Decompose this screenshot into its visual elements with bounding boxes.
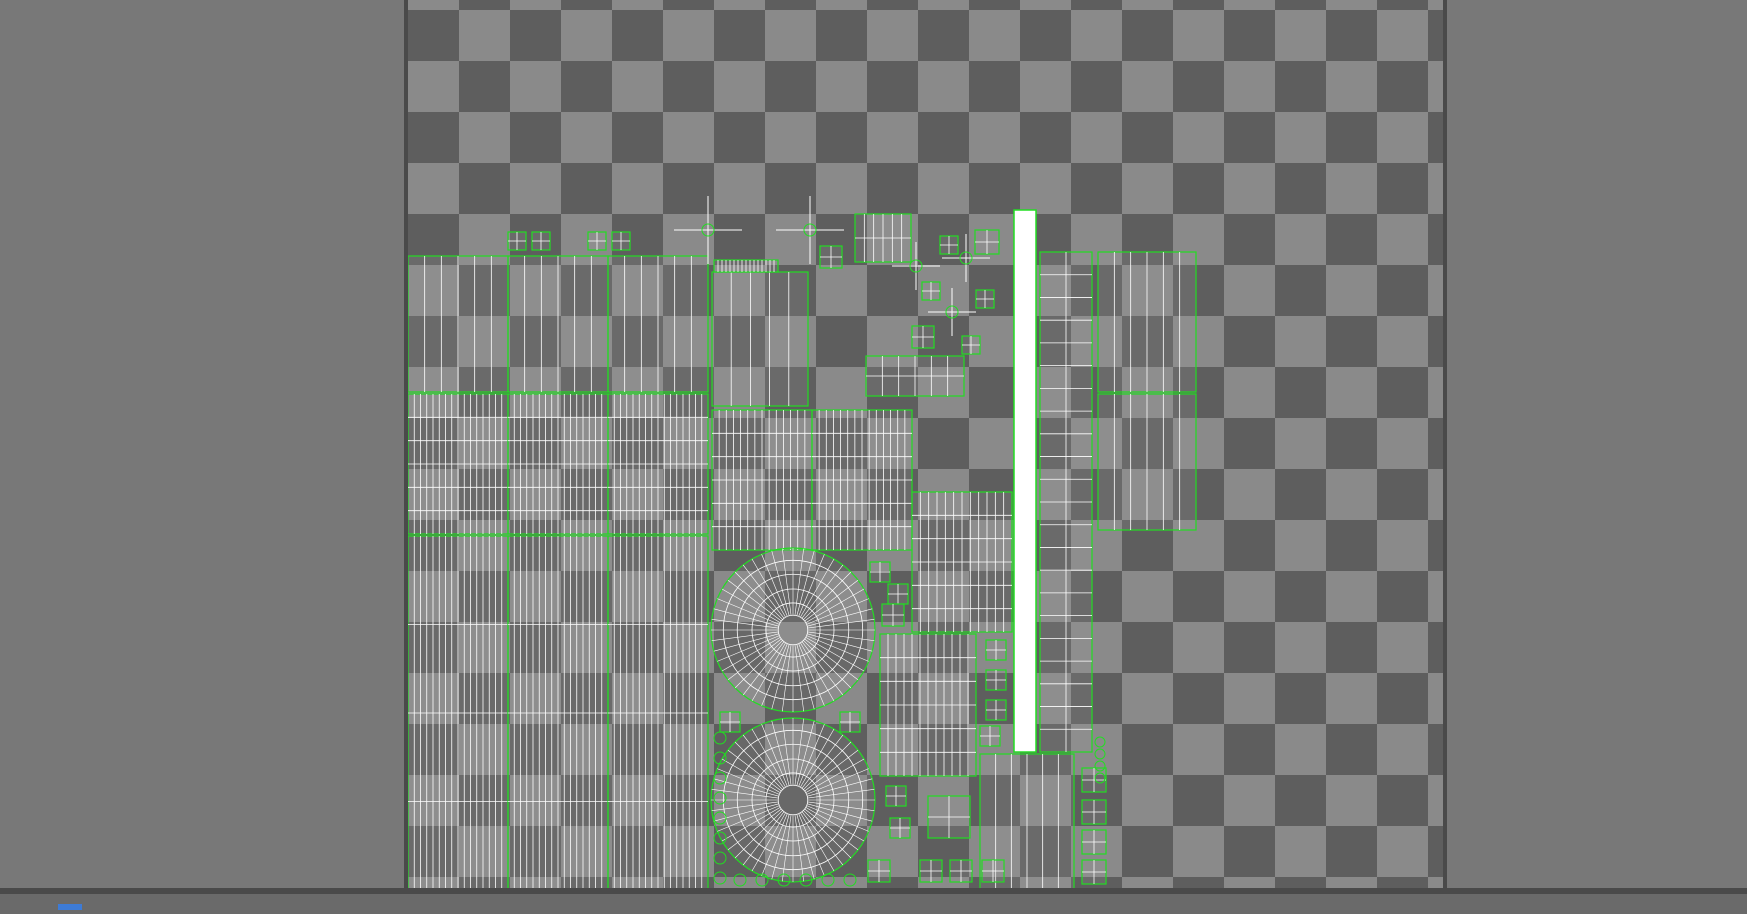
uv-small-shell-11 [869, 561, 891, 583]
uv-shell-h2 [1097, 393, 1197, 531]
status-icon[interactable] [58, 904, 82, 910]
uv-shell-f1 [911, 491, 1013, 633]
uv-shell-a1 [408, 255, 509, 393]
uv-small-shell-7 [921, 281, 941, 301]
uv-small-shell-8 [975, 289, 995, 309]
uv-small-shell-0 [507, 231, 527, 251]
uv-small-shell-26 [1081, 767, 1107, 793]
uv-disc-bottom [710, 717, 876, 883]
uv-small-shell-16 [885, 785, 907, 807]
uv-small-shell-27 [1081, 799, 1107, 825]
uv-small-shell-25 [979, 725, 1001, 747]
uv-small-shell-14 [719, 711, 741, 733]
uv-small-shell-12 [887, 583, 909, 605]
uv-small-shell-1 [531, 231, 551, 251]
uv-small-shell-9 [911, 325, 935, 349]
uv-shell-a2 [507, 255, 609, 393]
uv-small-shell-2 [587, 231, 607, 251]
uv-small-shell-22 [985, 639, 1007, 661]
uv-shell-d1 [711, 271, 809, 407]
uv-shell-c3 [607, 535, 709, 888]
uv-small-shell-23 [985, 669, 1007, 691]
uv-small-shell-30 [927, 795, 971, 839]
uv-shell-e2 [811, 409, 913, 551]
uv-layout[interactable] [408, 0, 1443, 888]
uv-small-circle [1094, 748, 1106, 760]
uv-shell-a3 [607, 255, 709, 393]
uv-small-shell-28 [1081, 829, 1107, 855]
uv-shell-e1 [711, 409, 813, 551]
uv-small-circle [713, 731, 727, 745]
uv-small-shell-15 [839, 711, 861, 733]
uv-tall-strip [1013, 209, 1037, 753]
uv-shell-h1 [1097, 251, 1197, 393]
uv-shell-strip [1039, 251, 1093, 753]
uv-small-shell-19 [919, 859, 943, 883]
uv-shell-b2 [507, 393, 609, 535]
uv-small-shell-24 [985, 699, 1007, 721]
uv-shell-c2 [507, 535, 609, 888]
uv-small-circle [713, 851, 727, 865]
uv-small-shell-17 [889, 817, 911, 839]
uv-small-shell-10 [961, 335, 981, 355]
uv-small-shell-3 [611, 231, 631, 251]
uv-shell-g2 [854, 213, 912, 263]
uv-viewport[interactable] [408, 0, 1443, 888]
uv-small-circle [713, 871, 727, 885]
uv-disc-top [710, 547, 876, 713]
uv-small-shell-29 [1081, 859, 1107, 885]
uv-shell-g1 [865, 355, 965, 397]
uv-shell-c1 [408, 535, 509, 888]
uv-small-circle [821, 873, 835, 887]
left-panel [0, 0, 408, 888]
uv-shell-f2 [879, 633, 977, 777]
uv-small-shell-18 [867, 859, 891, 883]
uv-shell-b1 [408, 393, 509, 535]
uv-small-shell-4 [819, 245, 843, 269]
uv-small-shell-21 [981, 859, 1005, 883]
bottom-status-bar [0, 888, 1747, 914]
right-panel [1443, 0, 1747, 888]
uv-small-circle [1094, 736, 1106, 748]
uv-shell-d2 [713, 259, 779, 273]
uv-small-shell-6 [974, 229, 1000, 255]
uv-shell-b3 [607, 393, 709, 535]
uv-small-circle [843, 873, 857, 887]
uv-small-shell-5 [939, 235, 959, 255]
uv-small-shell-13 [881, 603, 905, 627]
uv-small-circle [733, 873, 747, 887]
uv-small-shell-20 [949, 859, 973, 883]
